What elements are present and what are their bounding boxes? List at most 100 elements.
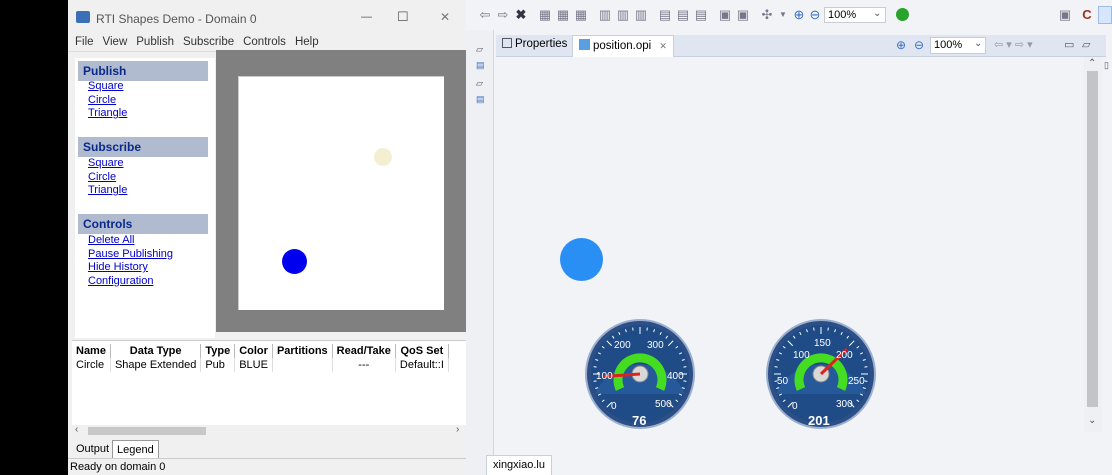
properties-tab[interactable]: Properties	[502, 38, 567, 50]
align-center-icon[interactable]: ▦	[556, 8, 570, 22]
gauge-2-tick-250: 250	[848, 376, 865, 387]
controls-header: Controls	[78, 214, 208, 234]
delete-all-link[interactable]: Delete All	[88, 234, 173, 248]
tab-close-icon[interactable]: ✕	[659, 41, 667, 51]
editor-zoom-in-icon[interactable]: ⊕	[896, 38, 906, 52]
scroll-thumb[interactable]	[88, 427, 206, 435]
table-row[interactable]: Circle Shape Extended Pub BLUE --- Defau…	[72, 358, 449, 372]
subscribe-circle-link[interactable]: Circle	[88, 171, 127, 185]
scroll-up-arrow[interactable]: ⌃	[1088, 58, 1096, 69]
editor-zoom-chevron-icon[interactable]: ⌄	[974, 38, 982, 49]
opi-editor-canvas[interactable]: 0 100 200 300 400 500 76 0 50 100 150 20…	[496, 57, 1084, 450]
align-right-icon[interactable]: ▦	[574, 8, 588, 22]
side-icon-a[interactable]: ▱	[476, 44, 483, 55]
subscribe-triangle-link[interactable]: Triangle	[88, 184, 127, 198]
menu-file[interactable]: File	[75, 36, 94, 48]
delete-icon[interactable]: ✖	[514, 8, 528, 22]
gauge-1-tick-400: 400	[667, 371, 684, 382]
back-arrow-icon[interactable]: ⇦	[478, 8, 492, 22]
maximize-button[interactable]: ☐	[397, 9, 409, 25]
output-tab[interactable]: Output	[76, 443, 109, 455]
editor-zoom-out-icon[interactable]: ⊖	[914, 38, 924, 52]
editor-zoom-value: 100%	[934, 39, 963, 51]
gauge-1-tick-0: 0	[611, 401, 617, 412]
menu-subscribe[interactable]: Subscribe	[183, 36, 234, 48]
side-icon-c[interactable]: ▱	[476, 78, 483, 89]
publish-header: Publish	[78, 61, 208, 81]
published-circle-shape[interactable]	[282, 249, 307, 274]
side-icon-b[interactable]: ▤	[476, 60, 485, 71]
status-bar: Ready on domain 0	[68, 458, 466, 475]
col-qos-set[interactable]: QoS Set	[395, 344, 449, 358]
configuration-link[interactable]: Configuration	[88, 275, 173, 289]
menu-bar: File View Publish Subscribe Controls Help	[75, 36, 328, 48]
publish-triangle-link[interactable]: Triangle	[88, 107, 127, 121]
control-panel: Publish Square Circle Triangle Subscribe…	[75, 58, 215, 338]
maximize-view-icon[interactable]: ▱	[1082, 38, 1090, 51]
col-data-type[interactable]: Data Type	[110, 344, 202, 358]
scroll-left-arrow[interactable]: ‹	[75, 424, 78, 435]
gauge-2-tick-0: 0	[792, 401, 798, 412]
gauge-1[interactable]: 0 100 200 300 400 500 76	[585, 318, 695, 433]
col-name[interactable]: Name	[72, 344, 111, 358]
nav-back-icon[interactable]: ⇦ ▾ ⇨ ▾	[994, 38, 1033, 51]
run-icon[interactable]	[896, 8, 909, 21]
minimize-view-icon[interactable]: ▭	[1064, 38, 1074, 51]
scroll-right-arrow[interactable]: ›	[456, 424, 459, 435]
gauge-2[interactable]: 0 50 100 150 200 250 300 201	[766, 318, 876, 433]
menu-publish[interactable]: Publish	[136, 36, 174, 48]
menu-controls[interactable]: Controls	[243, 36, 286, 48]
same-size-icon[interactable]: ▤	[676, 8, 690, 22]
active-perspective-icon[interactable]	[1098, 6, 1112, 24]
grid-dropdown-icon[interactable]: ▼	[776, 8, 790, 22]
status-text: Ready on domain 0	[70, 461, 166, 473]
col-type[interactable]: Type	[200, 344, 236, 358]
match-width-icon[interactable]: ▥	[634, 8, 648, 22]
title-bar[interactable]: RTI Shapes Demo - Domain 0 — ☐ ✕	[68, 0, 466, 32]
perspective-icon[interactable]: ▣	[1058, 8, 1072, 22]
col-partitions[interactable]: Partitions	[272, 344, 333, 358]
publish-square-link[interactable]: Square	[88, 80, 127, 94]
distribute-v-icon[interactable]: ▥	[616, 8, 630, 22]
zoom-out-icon[interactable]: ⊖	[808, 8, 822, 22]
editor-zoom-combo[interactable]: 100% ⌄	[930, 37, 986, 54]
gauge-1-value: 76	[632, 413, 646, 428]
forward-arrow-icon[interactable]: ⇨	[496, 8, 510, 22]
toolbar-zoom-combo[interactable]: 100% ⌄	[824, 7, 886, 23]
minimize-button[interactable]: —	[361, 11, 372, 23]
close-button[interactable]: ✕	[440, 10, 450, 24]
layout-b-icon[interactable]: ▣	[736, 8, 750, 22]
align-left-icon[interactable]: ▦	[538, 8, 552, 22]
zoom-in-icon[interactable]: ⊕	[792, 8, 806, 22]
spacing-icon[interactable]: ▤	[694, 8, 708, 22]
chevron-down-icon[interactable]: ⌄	[873, 8, 881, 19]
layout-a-icon[interactable]: ▣	[718, 8, 732, 22]
table-scrollbar[interactable]: ‹ ›	[72, 424, 466, 437]
gauge-2-tick-100: 100	[793, 350, 810, 361]
col-color[interactable]: Color	[234, 344, 273, 358]
drawing-canvas[interactable]	[238, 76, 444, 310]
gauge-1-tick-300: 300	[647, 340, 664, 351]
subscribe-square-link[interactable]: Square	[88, 157, 127, 171]
menu-help[interactable]: Help	[295, 36, 319, 48]
entity-table-area: Name Data Type Type Color Partitions Rea…	[72, 340, 466, 437]
pause-publishing-link[interactable]: Pause Publishing	[88, 248, 173, 262]
eclipse-workbench: ▱ ▤ ▱ ▤ ⇦ ⇨ ✖ ▦ ▦ ▦ ▥ ▥ ▥ ▤ ▤ ▤ ▣ ▣ ✣ ▼ …	[466, 0, 1112, 475]
distribute-h-icon[interactable]: ▥	[598, 8, 612, 22]
position-circle-widget[interactable]	[560, 238, 603, 281]
position-opi-tab[interactable]: position.opi ✕	[572, 35, 674, 57]
match-height-icon[interactable]: ▤	[658, 8, 672, 22]
scroll-down-arrow[interactable]: ⌄	[1088, 415, 1096, 426]
publish-circle-link[interactable]: Circle	[88, 94, 127, 108]
bottom-panel-tab[interactable]: xingxiao.lu	[486, 455, 552, 475]
col-read-take[interactable]: Read/Take	[332, 344, 396, 358]
editor-vertical-scrollbar[interactable]: ⌃ ⌄	[1084, 57, 1102, 432]
c-perspective-icon[interactable]: C	[1080, 8, 1094, 22]
side-icon-d[interactable]: ▤	[476, 94, 485, 105]
editor-tab-bar: Properties position.opi ✕ ⊕ ⊖ 100% ⌄ ⇦ ▾…	[496, 35, 1106, 57]
grid-icon[interactable]: ✣	[760, 8, 774, 22]
menu-view[interactable]: View	[103, 36, 128, 48]
legend-tab[interactable]: Legend	[112, 440, 159, 458]
scroll-thumb-vertical[interactable]	[1087, 71, 1098, 407]
hide-history-link[interactable]: Hide History	[88, 261, 173, 275]
